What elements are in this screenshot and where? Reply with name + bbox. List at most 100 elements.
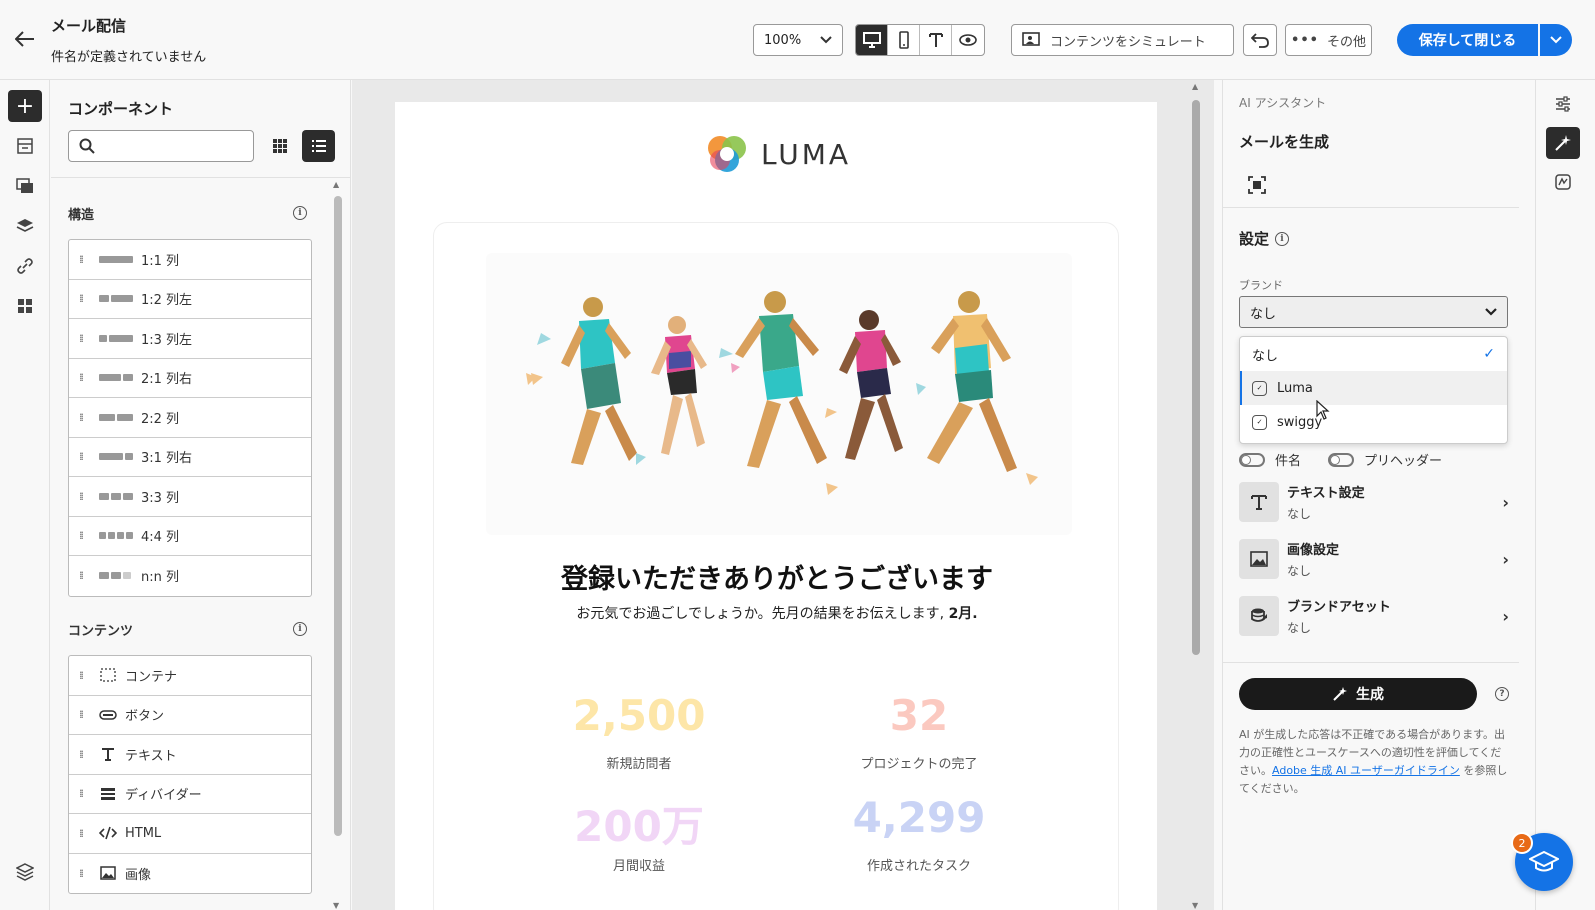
guidelines-link[interactable]: Adobe 生成 AI ユーザーガイドライン xyxy=(1272,764,1460,777)
components-search[interactable] xyxy=(68,130,254,162)
info-icon[interactable]: i xyxy=(1275,231,1290,246)
zoom-select[interactable]: 100% xyxy=(753,24,843,56)
ellipsis-icon: ••• xyxy=(1291,32,1319,48)
undo-icon[interactable] xyxy=(1243,24,1277,56)
content-item-button[interactable]: ⁞⁞ ボタン xyxy=(69,696,311,735)
drag-handle-icon: ⁞⁞ xyxy=(79,371,84,385)
fragments-icon[interactable] xyxy=(8,130,42,162)
brand-assets-icon xyxy=(1239,596,1279,636)
settings-sliders-icon[interactable] xyxy=(1546,88,1580,120)
runners-hero-image[interactable] xyxy=(486,253,1072,535)
layers-stack-icon[interactable] xyxy=(8,856,42,888)
stat-label-visitors[interactable]: 新規訪問者 xyxy=(539,753,739,772)
zoom-value: 100% xyxy=(764,32,802,48)
email-subline[interactable]: お元気でお過ごしでしょうか。先月の結果をお伝えします, 2月. xyxy=(434,603,1120,623)
column-layout-icon xyxy=(99,255,133,263)
structure-list: ⁞⁞ 1:1 列 ⁞⁞ 1:2 列左 ⁞⁞ 1:3 列左 ⁞⁞ 2:1 列右 ⁞⁞ 2:2… xyxy=(68,239,312,597)
ai-assistant-icon[interactable] xyxy=(1546,127,1580,159)
components-scrollbar[interactable]: ▲ ▼ xyxy=(331,180,345,910)
desktop-view-icon[interactable] xyxy=(856,25,888,55)
brand-kit-icon[interactable] xyxy=(1546,166,1580,198)
structure-item-3-1[interactable]: ⁞⁞ 3:1 列右 xyxy=(69,438,311,477)
grid-view-icon[interactable] xyxy=(264,130,296,162)
settings-label: 設定 xyxy=(1239,230,1270,248)
magic-wand-icon xyxy=(1333,687,1347,701)
button-icon xyxy=(99,710,117,720)
back-arrow-icon[interactable] xyxy=(14,28,36,50)
more-button[interactable]: ••• その他 xyxy=(1285,24,1372,56)
add-components-icon[interactable]: + xyxy=(8,90,42,122)
save-options-chevron-icon[interactable] xyxy=(1540,24,1572,56)
assets-icon[interactable] xyxy=(8,170,42,202)
stat-label-projects[interactable]: プロジェクトの完了 xyxy=(819,753,1019,772)
stat-label-revenue[interactable]: 月間収益 xyxy=(539,855,739,874)
stat-label-tasks[interactable]: 作成されたタスク xyxy=(819,855,1019,874)
drag-handle-icon: ⁞⁞ xyxy=(79,529,84,543)
info-icon[interactable]: i xyxy=(293,206,307,220)
structure-item-2-2[interactable]: ⁞⁞ 2:2 列 xyxy=(69,398,311,438)
content-item-container[interactable]: ⁞⁞ コンテナ xyxy=(69,656,311,696)
email-body[interactable]: LUMA 登録いただきありがとうございます お元気でお過ごしでしょうか。先月の結… xyxy=(395,102,1157,910)
brand-option-luma[interactable]: ✓ Luma xyxy=(1240,371,1507,405)
text-settings-row[interactable]: テキスト設定 なし › xyxy=(1239,480,1509,524)
stat-value-visitors[interactable]: 2,500 xyxy=(539,691,739,740)
right-rail xyxy=(1535,80,1595,910)
simulate-content-button[interactable]: コンテンツをシミュレート xyxy=(1011,24,1234,56)
email-card[interactable]: 登録いただきありがとうございます お元気でお過ごしでしょうか。先月の結果をお伝え… xyxy=(433,222,1119,910)
image-settings-row[interactable]: 画像設定 なし › xyxy=(1239,537,1509,581)
panel-divider xyxy=(1223,207,1519,208)
luma-logo: LUMA xyxy=(705,132,851,176)
apps-grid-icon[interactable] xyxy=(8,290,42,322)
scroll-thumb[interactable] xyxy=(1192,100,1200,655)
content-item-html[interactable]: ⁞⁞ HTML xyxy=(69,814,311,854)
setting-value: なし xyxy=(1287,507,1312,521)
structure-item-2-1[interactable]: ⁞⁞ 2:1 列右 xyxy=(69,359,311,398)
left-rail: + xyxy=(0,80,50,910)
brand-assets-row[interactable]: ブランドアセット なし › xyxy=(1239,594,1509,638)
structure-item-1-2[interactable]: ⁞⁞ 1:2 列左 xyxy=(69,280,311,319)
stat-value-tasks[interactable]: 4,299 xyxy=(819,793,1019,842)
mobile-view-icon[interactable] xyxy=(888,25,920,55)
canvas-scrollbar[interactable]: ▲ ▼ xyxy=(1188,80,1204,910)
graduation-cap-icon xyxy=(1529,850,1559,872)
stat-value-projects[interactable]: 32 xyxy=(819,691,1019,740)
structure-item-3-3[interactable]: ⁞⁞ 3:3 列 xyxy=(69,477,311,517)
structure-item-1-1[interactable]: ⁞⁞ 1:1 列 xyxy=(69,240,311,280)
toggle-switch[interactable] xyxy=(1239,452,1265,467)
content-item-text[interactable]: ⁞⁞ テキスト xyxy=(69,735,311,775)
layers-icon[interactable] xyxy=(8,210,42,242)
content-item-divider[interactable]: ⁞⁞ ディバイダー xyxy=(69,775,311,814)
brand-option-none[interactable]: なし ✓ xyxy=(1240,337,1507,371)
drag-handle-icon: ⁞⁞ xyxy=(79,489,84,503)
link-icon[interactable] xyxy=(8,250,42,282)
structure-item-n-n[interactable]: ⁞⁞ n:n 列 xyxy=(69,556,311,596)
email-headline[interactable]: 登録いただきありがとうございます xyxy=(434,557,1120,596)
text-view-icon[interactable] xyxy=(920,25,952,55)
ai-assistant-panel: AI アシスタント メールを生成 設定 i ブランド なし なし ✓ ✓ Lum… xyxy=(1222,80,1534,910)
ai-breadcrumb: AI アシスタント xyxy=(1239,96,1327,110)
stat-value-revenue[interactable]: 200万 xyxy=(539,793,739,854)
focus-frame-icon[interactable] xyxy=(1245,173,1269,197)
subject-toggle[interactable]: 件名 xyxy=(1239,450,1301,469)
search-input[interactable] xyxy=(103,138,243,154)
content-item-image[interactable]: ⁞⁞ 画像 xyxy=(69,854,311,894)
subject-toggle-label: 件名 xyxy=(1275,454,1302,469)
save-and-close-button[interactable]: 保存して閉じる xyxy=(1397,24,1538,56)
brand-option-swiggy[interactable]: ✓ swiggy xyxy=(1240,405,1507,439)
scroll-thumb[interactable] xyxy=(334,196,342,836)
structure-item-4-4[interactable]: ⁞⁞ 4:4 列 xyxy=(69,517,311,556)
list-view-icon[interactable] xyxy=(302,130,335,162)
toggle-switch[interactable] xyxy=(1328,452,1354,467)
components-panel: コンポーネント 構造 i ⁞⁞ 1:1 列 ⁞⁞ 1:2 列左 ⁞⁞ 1:3 列左 ⁞… xyxy=(51,80,351,910)
structure-item-1-3[interactable]: ⁞⁞ 1:3 列左 xyxy=(69,319,311,359)
generate-label: 生成 xyxy=(1356,687,1384,703)
brand-select[interactable]: なし xyxy=(1239,296,1508,328)
brand-selected-value: なし xyxy=(1250,306,1277,322)
column-layout-icon xyxy=(99,295,133,303)
email-canvas[interactable]: LUMA 登録いただきありがとうございます お元気でお過ごしでしょうか。先月の結… xyxy=(352,80,1214,910)
preview-eye-icon[interactable] xyxy=(952,25,984,55)
generate-button[interactable]: 生成 xyxy=(1239,678,1477,710)
help-icon[interactable]: ? xyxy=(1495,687,1509,701)
info-icon[interactable]: i xyxy=(293,622,307,636)
preheader-toggle[interactable]: プリヘッダー xyxy=(1328,450,1442,469)
